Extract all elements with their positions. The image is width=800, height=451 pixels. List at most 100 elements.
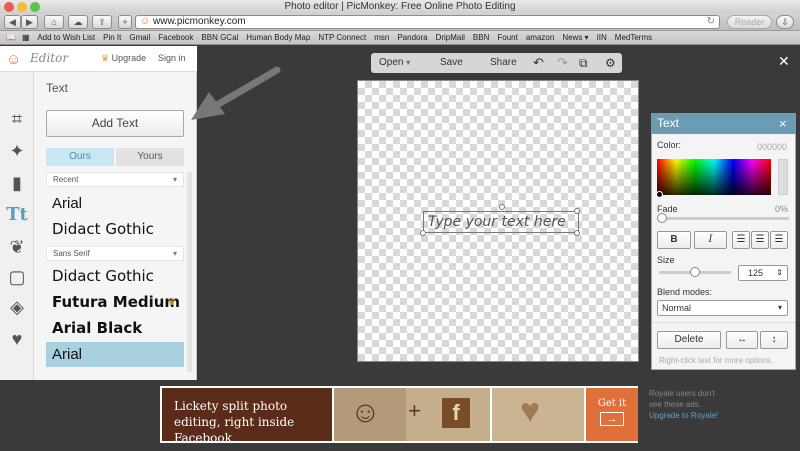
magic-wand-icon[interactable]: ✦ xyxy=(6,140,28,162)
upgrade-link[interactable]: ♛ Upgrade xyxy=(101,53,146,64)
minimize-window-button[interactable] xyxy=(17,2,27,12)
tab-yours[interactable]: Yours xyxy=(116,148,184,166)
crop-icon[interactable]: ⌗ xyxy=(6,108,28,130)
bookmark-item[interactable]: Facebook xyxy=(158,33,193,42)
section-title: Text xyxy=(46,81,69,95)
align-center-button[interactable]: ☰ xyxy=(751,231,769,249)
text-layer-box[interactable]: Type your text here xyxy=(423,211,579,233)
bookmark-item[interactable]: IIN xyxy=(597,33,607,42)
fade-slider-handle[interactable] xyxy=(657,213,667,223)
tab-ours[interactable]: Ours xyxy=(46,148,114,166)
home-icon: ⌂ xyxy=(51,17,57,27)
reading-list-icon[interactable]: 📖 xyxy=(6,33,16,42)
color-picker-handle[interactable] xyxy=(656,191,663,198)
save-button[interactable]: Save xyxy=(440,53,463,73)
resize-handle[interactable] xyxy=(574,230,580,236)
text-tool-icon[interactable]: Tt xyxy=(6,204,28,226)
bold-button[interactable]: B xyxy=(657,231,691,249)
bookmark-item[interactable]: NTP Connect xyxy=(318,33,366,42)
forward-button[interactable]: ▶ xyxy=(21,15,38,29)
fade-value: 0% xyxy=(775,204,789,214)
resize-handle[interactable] xyxy=(574,208,580,214)
ad-get-it-button[interactable]: Get it → xyxy=(586,388,638,441)
signin-link[interactable]: Sign in xyxy=(158,53,186,63)
align-left-button[interactable]: ☰ xyxy=(732,231,750,249)
facebook-icon: f xyxy=(442,398,470,428)
frame-icon[interactable]: ▢ xyxy=(6,266,28,288)
butterfly-icon[interactable]: ❦ xyxy=(6,236,28,258)
font-item-futura-medium[interactable]: Futura Medium ♛ xyxy=(46,290,184,315)
bookmark-item[interactable]: Add to Wish List xyxy=(37,33,95,42)
bookmark-item[interactable]: DripMail xyxy=(436,33,465,42)
facebook-ad-banner[interactable]: Lickety split photo editing, right insid… xyxy=(160,386,638,445)
add-text-button[interactable]: Add Text xyxy=(46,110,184,137)
blend-mode-select[interactable]: Normal ▾ xyxy=(657,300,788,316)
new-tab-button[interactable]: + xyxy=(118,15,132,29)
layers-icon[interactable]: ⧉ xyxy=(579,53,588,73)
font-item-didact-gothic[interactable]: Didact Gothic xyxy=(46,264,184,289)
bookmark-item[interactable]: Gmail xyxy=(129,33,150,42)
bookmark-item[interactable]: News ▾ xyxy=(562,33,588,42)
reader-button[interactable]: Reader xyxy=(727,15,772,29)
bookmark-item[interactable]: BBN GCal xyxy=(201,33,238,42)
picmonkey-logo-icon: ☺ xyxy=(6,51,22,68)
close-panel-icon[interactable]: × xyxy=(779,113,787,134)
royale-note: Royale users don't see these ads. Upgrad… xyxy=(649,389,718,420)
align-right-button[interactable]: ☰ xyxy=(770,231,788,249)
texture-icon[interactable]: ◈ xyxy=(6,296,28,318)
bookmark-item[interactable]: Human Body Map xyxy=(246,33,310,42)
share-icon: ⇪ xyxy=(98,17,106,27)
bookmark-item[interactable]: amazon xyxy=(526,33,554,42)
font-item-didact-gothic[interactable]: Didact Gothic xyxy=(46,217,184,242)
rotate-handle[interactable] xyxy=(499,204,505,210)
delete-button[interactable]: Delete xyxy=(657,331,721,349)
close-editor-icon[interactable]: ✕ xyxy=(778,53,790,70)
open-menu[interactable]: Open ▾ xyxy=(379,53,410,73)
bookmark-item[interactable]: Pandora xyxy=(397,33,427,42)
back-button[interactable]: ◀ xyxy=(4,15,21,29)
download-icon: ⇩ xyxy=(781,17,789,27)
logo-text: Editor xyxy=(30,51,69,65)
share-page-button[interactable]: ⇪ xyxy=(92,15,112,29)
undo-icon[interactable]: ↶ xyxy=(533,53,544,73)
font-item-arial[interactable]: Arial xyxy=(46,191,184,216)
italic-button[interactable]: I xyxy=(694,231,727,249)
editor-toolbar: Open ▾ Save Share ↶ ↷ ⧉ ⚙ xyxy=(371,53,622,73)
color-hex-input[interactable]: 000000 xyxy=(757,142,787,152)
sans-serif-dropdown[interactable]: Sans Serif xyxy=(46,246,184,261)
font-item-arial-black[interactable]: Arial Black xyxy=(46,316,184,341)
redo-icon[interactable]: ↷ xyxy=(557,53,568,73)
top-sites-icon[interactable]: ▦ xyxy=(22,33,30,42)
bookmark-item[interactable]: Pin It xyxy=(103,33,121,42)
flip-vertical-button[interactable]: ↕ xyxy=(760,331,788,349)
browser-toolbar: ◀ ▶ ⌂ ☁ ⇪ + ☺ www.picmonkey.com ↻ Reader… xyxy=(0,14,800,31)
reload-icon[interactable]: ↻ xyxy=(707,16,715,28)
ad-monkey-image: ☺ xyxy=(334,388,406,441)
flip-horizontal-button[interactable]: ↔ xyxy=(726,331,758,349)
share-button[interactable]: Share xyxy=(490,53,517,73)
blend-label: Blend modes: xyxy=(657,287,713,297)
home-button[interactable]: ⌂ xyxy=(44,15,64,29)
address-bar[interactable]: ☺ www.picmonkey.com ↻ xyxy=(135,15,720,29)
font-item-arial-selected[interactable]: Arial xyxy=(46,342,184,367)
settings-gear-icon[interactable]: ⚙ xyxy=(605,53,616,73)
chevron-down-icon: ▾ xyxy=(406,58,411,67)
resize-handle[interactable] xyxy=(420,230,426,236)
bookmark-item[interactable]: msn xyxy=(374,33,389,42)
zoom-window-button[interactable] xyxy=(30,2,40,12)
color-spectrum-picker[interactable] xyxy=(657,159,771,195)
bookmark-item[interactable]: MedTerms xyxy=(615,33,652,42)
lipstick-icon[interactable]: ▮ xyxy=(6,172,28,194)
upgrade-royale-link[interactable]: Upgrade to Royale! xyxy=(649,411,718,420)
bookmark-item[interactable]: BBN xyxy=(473,33,489,42)
bookmark-item[interactable]: Fount xyxy=(497,33,517,42)
fade-slider-track[interactable] xyxy=(659,217,789,220)
font-list-scrollbar[interactable] xyxy=(187,172,192,372)
cloud-button[interactable]: ☁ xyxy=(68,15,88,29)
download-button[interactable]: ⇩ xyxy=(776,15,794,29)
close-window-button[interactable] xyxy=(4,2,14,12)
heart-arrow-icon[interactable]: ♥ xyxy=(6,328,28,350)
size-slider-handle[interactable] xyxy=(690,267,700,277)
recent-dropdown[interactable]: Recent xyxy=(46,172,184,187)
size-input[interactable]: 125 ⇕ xyxy=(738,265,788,281)
